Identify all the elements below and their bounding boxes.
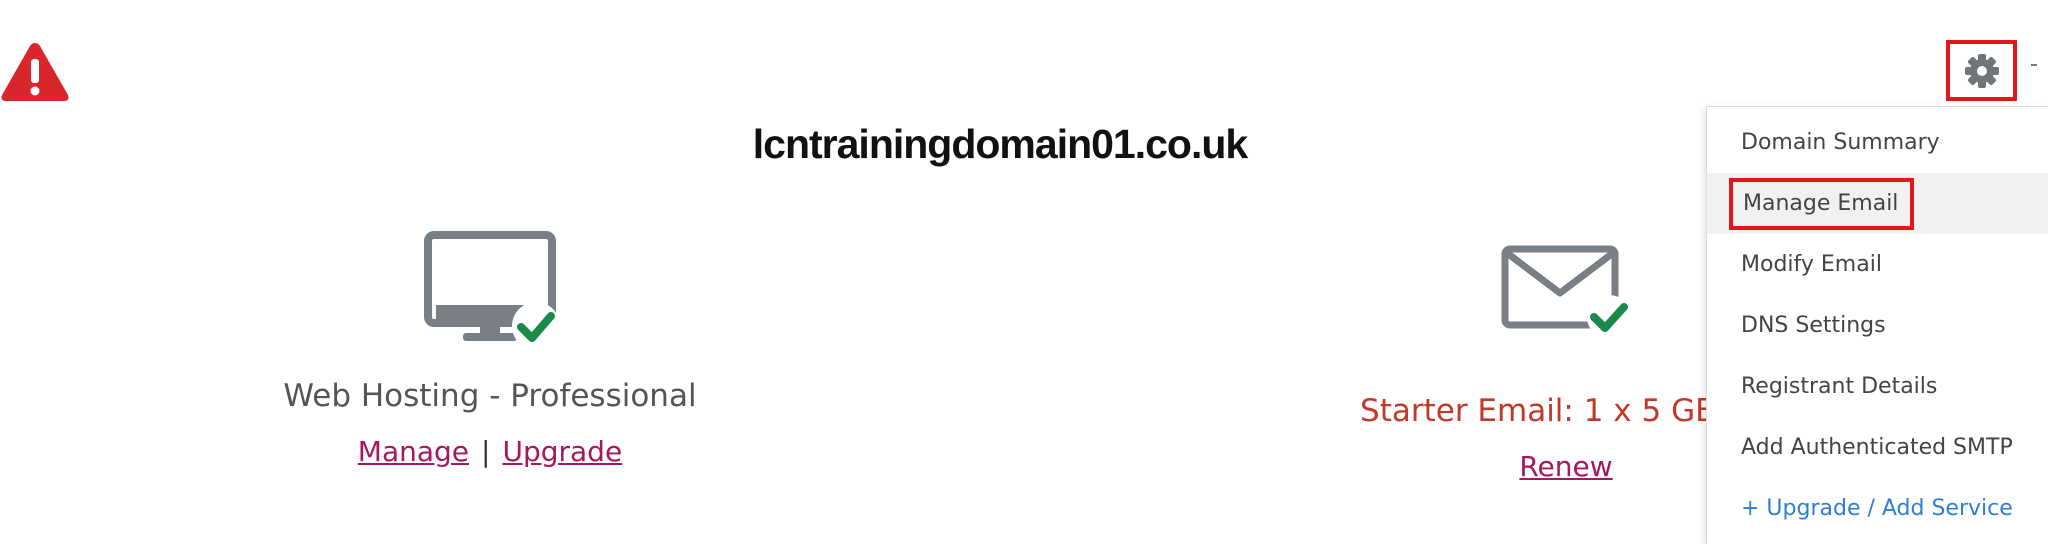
renew-link[interactable]: Renew: [1519, 450, 1612, 483]
monitor-check-icon: [424, 231, 557, 350]
upgrade-link[interactable]: Upgrade: [502, 435, 622, 468]
menu-item-upgrade-add-service[interactable]: + Upgrade / Add Service: [1707, 478, 2048, 539]
hosting-service-name: Web Hosting - Professional: [283, 378, 697, 414]
menu-item-registrant-details[interactable]: Registrant Details: [1707, 356, 2048, 417]
envelope-check-icon: [1501, 245, 1631, 339]
manage-link[interactable]: Manage: [358, 435, 469, 468]
settings-gear-button[interactable]: [1946, 40, 2017, 101]
hosting-links: Manage | Upgrade: [190, 432, 790, 472]
menu-item-dns-settings[interactable]: DNS Settings: [1707, 295, 2048, 356]
menu-item-add-authenticated-smtp[interactable]: Add Authenticated SMTP: [1707, 417, 2048, 478]
warning-icon: [0, 41, 70, 103]
menu-item-modify-email[interactable]: Modify Email: [1707, 234, 2048, 295]
domain-title: lcntrainingdomain01.co.uk: [752, 121, 1248, 167]
link-separator: |: [481, 435, 491, 468]
chevron-down-icon: [2031, 64, 2037, 66]
menu-item-manage-email[interactable]: Manage Email: [1707, 173, 2048, 234]
menu-item-domain-summary[interactable]: Domain Summary: [1707, 112, 2048, 173]
gear-icon: [1964, 53, 1999, 88]
settings-dropdown-menu: Domain Summary Manage Email Modify Email…: [1706, 106, 2048, 544]
hosting-service: Web Hosting - Professional Manage | Upgrad…: [190, 230, 790, 472]
